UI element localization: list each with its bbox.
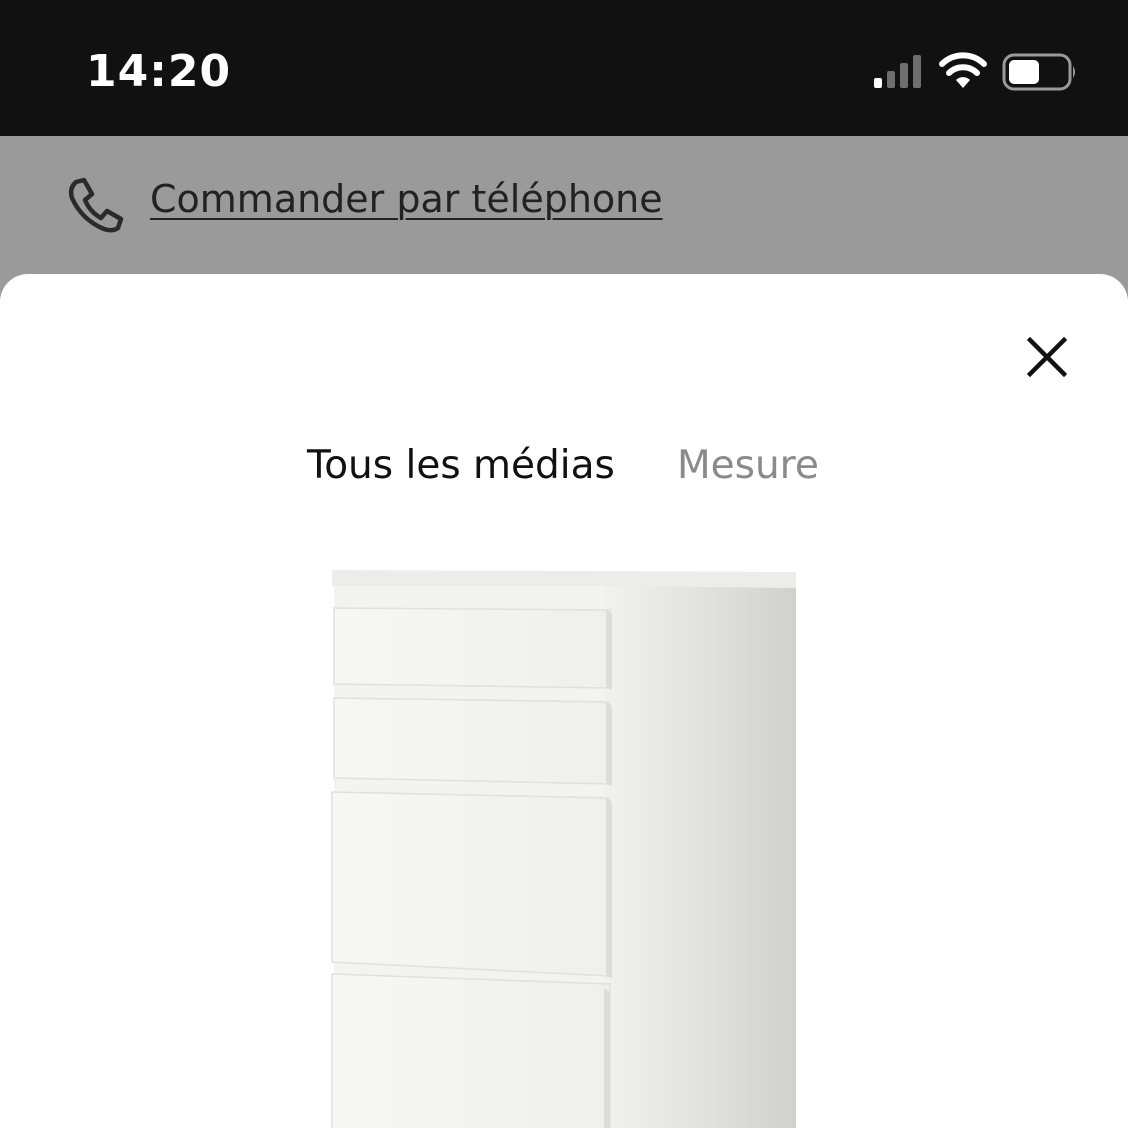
status-time: 14:20: [86, 46, 232, 97]
close-button[interactable]: [1016, 326, 1078, 388]
product-image: [331, 570, 796, 1128]
phone-icon: [68, 177, 124, 233]
media-modal: Tous les médias Mesure: [0, 274, 1128, 1128]
order-by-phone-link[interactable]: Commander par téléphone: [150, 174, 663, 224]
tab-measure[interactable]: Mesure: [677, 436, 819, 496]
status-bar: 14:20: [0, 0, 1128, 136]
close-icon: [1027, 337, 1067, 377]
media-tabs: Tous les médias Mesure: [0, 436, 1128, 496]
wifi-icon: [939, 52, 987, 88]
battery-icon: [1002, 53, 1075, 91]
signal-icon: [874, 55, 921, 88]
tab-all-media[interactable]: Tous les médias: [307, 436, 615, 496]
